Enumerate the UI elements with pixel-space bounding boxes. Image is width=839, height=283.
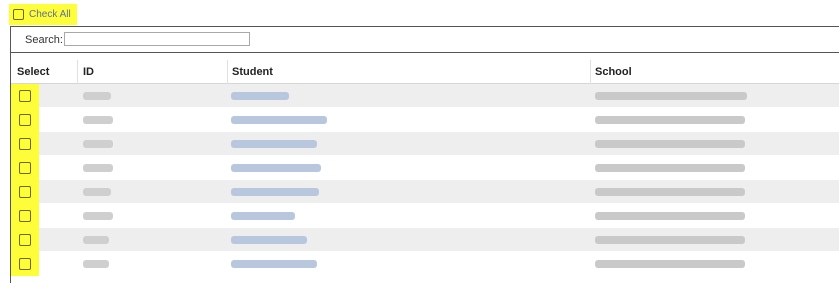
check-all-control[interactable]: Check All — [9, 4, 77, 25]
id-cell-redacted — [83, 116, 113, 124]
column-divider — [590, 60, 591, 84]
student-link-redacted[interactable] — [231, 140, 317, 148]
row-select-checkbox[interactable] — [19, 138, 31, 150]
column-divider — [227, 60, 228, 84]
select-cell — [11, 84, 39, 108]
student-link-redacted[interactable] — [231, 116, 327, 124]
school-cell-redacted — [595, 188, 745, 196]
school-cell-redacted — [595, 116, 745, 124]
select-cell — [11, 156, 39, 180]
table-row — [11, 132, 839, 156]
table-header: Select ID Student School — [11, 60, 839, 84]
school-cell-redacted — [595, 92, 747, 100]
student-link-redacted[interactable] — [231, 212, 295, 220]
school-cell-redacted — [595, 164, 745, 172]
table-row — [11, 252, 839, 276]
table-row — [11, 180, 839, 204]
select-cell — [11, 228, 39, 252]
select-cell — [11, 180, 39, 204]
school-cell-redacted — [595, 140, 745, 148]
id-cell-redacted — [83, 188, 111, 196]
table-row — [11, 108, 839, 132]
id-cell-redacted — [83, 236, 109, 244]
row-select-checkbox[interactable] — [19, 162, 31, 174]
table-body — [11, 84, 839, 276]
row-select-checkbox[interactable] — [19, 114, 31, 126]
column-divider — [77, 60, 78, 84]
school-cell-redacted — [595, 260, 745, 268]
student-link-redacted[interactable] — [231, 164, 321, 172]
table-row — [11, 228, 839, 252]
school-cell-redacted — [595, 212, 745, 220]
id-cell-redacted — [83, 92, 111, 100]
id-cell-redacted — [83, 140, 113, 148]
check-all-checkbox[interactable] — [13, 9, 24, 20]
search-input[interactable] — [64, 32, 250, 46]
row-select-checkbox[interactable] — [19, 186, 31, 198]
select-cell — [11, 204, 39, 228]
table-row — [11, 204, 839, 228]
student-grid: Search: Select ID Student School — [10, 26, 839, 283]
school-cell-redacted — [595, 236, 745, 244]
select-cell — [11, 108, 39, 132]
select-cell — [11, 132, 39, 156]
column-header-id[interactable]: ID — [83, 66, 94, 78]
check-all-label[interactable]: Check All — [29, 9, 71, 20]
id-cell-redacted — [83, 212, 113, 220]
row-select-checkbox[interactable] — [19, 234, 31, 246]
student-link-redacted[interactable] — [231, 236, 307, 244]
column-header-select[interactable]: Select — [17, 66, 49, 78]
column-header-student[interactable]: Student — [232, 66, 273, 78]
search-bar: Search: — [11, 27, 839, 53]
column-header-school[interactable]: School — [595, 66, 632, 78]
row-select-checkbox[interactable] — [19, 210, 31, 222]
table-row — [11, 84, 839, 108]
id-cell-redacted — [83, 164, 113, 172]
search-label: Search: — [25, 34, 63, 46]
select-cell — [11, 252, 39, 276]
student-link-redacted[interactable] — [231, 260, 317, 268]
student-link-redacted[interactable] — [231, 188, 319, 196]
student-link-redacted[interactable] — [231, 92, 289, 100]
table-row — [11, 156, 839, 180]
row-select-checkbox[interactable] — [19, 258, 31, 270]
id-cell-redacted — [83, 260, 109, 268]
row-select-checkbox[interactable] — [19, 90, 31, 102]
